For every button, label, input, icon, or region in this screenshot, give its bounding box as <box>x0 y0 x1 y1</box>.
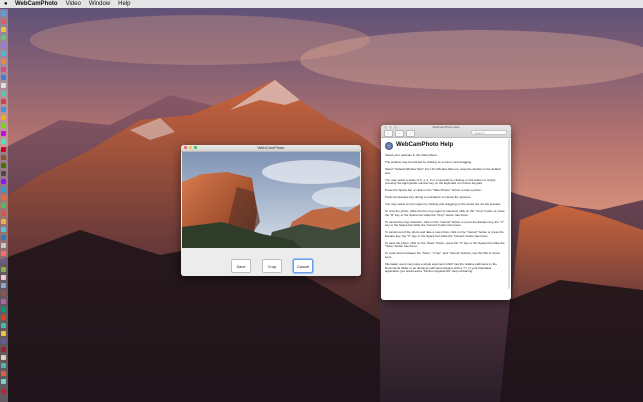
apple-icon[interactable]: ● <box>4 1 10 7</box>
back-icon[interactable]: ‹ <box>384 130 393 137</box>
save-button[interactable]: Save <box>231 259 251 273</box>
dock-app-icon[interactable] <box>1 243 6 248</box>
dock-app-icon[interactable] <box>1 11 6 16</box>
menu-app-name[interactable]: WebCamPhoto <box>15 1 58 7</box>
dock-app-icon[interactable] <box>1 171 6 176</box>
dock-app-icon[interactable] <box>1 187 6 192</box>
dock-app-icon[interactable] <box>1 163 6 168</box>
close-button[interactable] <box>184 146 187 149</box>
help-paragraph: You may select a crop region by clicking… <box>385 202 501 207</box>
dock-app-icon[interactable] <box>1 379 6 384</box>
dock-app-icon[interactable] <box>1 67 6 72</box>
dock-app-icon[interactable] <box>1 331 6 336</box>
dock-app-icon[interactable] <box>1 115 6 120</box>
share-icon[interactable]: ↑ <box>406 130 415 137</box>
help-window-controls <box>384 126 397 129</box>
dock-app-icon[interactable] <box>1 291 6 296</box>
dock-app-icon[interactable] <box>1 147 6 152</box>
close-button[interactable] <box>384 126 387 129</box>
trash-icon[interactable] <box>1 389 6 394</box>
help-paragraph: To cancel out of the photo and take a ne… <box>385 230 504 238</box>
help-nav-buttons: ‹ › ↑ <box>384 130 415 137</box>
help-paragraph: You may select a delay of 0, 1, 2, 3 or … <box>385 177 496 186</box>
webcamphoto-window: WebCamPhoto Save Crop Cancel <box>181 145 361 276</box>
zoom-button[interactable] <box>194 146 197 149</box>
help-paragraph: To crop the photo, while the the crop re… <box>385 209 505 217</box>
dock-app-icon[interactable] <box>1 251 6 256</box>
help-search-input[interactable]: Search <box>471 130 507 135</box>
cam-window-title: WebCamPhoto <box>257 145 285 150</box>
dock-app-icon[interactable] <box>1 371 6 376</box>
dock-app-icon[interactable] <box>1 91 6 96</box>
menu-bar: ● WebCamPhoto Video Window Help <box>0 0 643 8</box>
dock <box>0 9 8 402</box>
dock-app-icon[interactable] <box>1 139 6 144</box>
window-controls <box>184 146 197 149</box>
dock-app-icon[interactable] <box>1 315 6 320</box>
dock-app-icon[interactable] <box>1 107 6 112</box>
dock-app-icon[interactable] <box>1 203 6 208</box>
menu-item-help[interactable]: Help <box>118 1 130 7</box>
dock-app-icon[interactable] <box>1 219 6 224</box>
dock-app-icon[interactable] <box>1 155 6 160</box>
dock-app-icon[interactable] <box>1 227 6 232</box>
minimize-button[interactable] <box>189 146 192 149</box>
help-header: WebCamPhoto Help <box>385 142 505 150</box>
cam-titlebar[interactable]: WebCamPhoto <box>181 145 361 152</box>
dock-app-icon[interactable] <box>1 19 6 24</box>
dock-app-icon[interactable] <box>1 59 6 64</box>
help-toolbar: WebCamPhoto Help ‹ › ↑ Search <box>381 125 511 138</box>
dock-app-icon[interactable] <box>1 267 6 272</box>
dock-app-icon[interactable] <box>1 235 6 240</box>
help-paragraph: Press the Space bar or click on the "Tak… <box>385 188 482 193</box>
dock-app-icon[interactable] <box>1 83 6 88</box>
cancel-button[interactable]: Cancel <box>293 259 313 273</box>
dock-app-icon[interactable] <box>1 259 6 264</box>
dock-app-icon[interactable] <box>1 131 6 136</box>
dock-app-icon[interactable] <box>1 75 6 80</box>
help-paragraph: To cancel the crop selection, click on t… <box>385 219 504 228</box>
help-heading: WebCamPhoto Help <box>396 142 454 149</box>
dock-app-icon[interactable] <box>1 123 6 128</box>
help-scrollbar[interactable] <box>508 139 510 289</box>
cam-button-row: Save Crop Cancel <box>181 249 361 276</box>
help-window-title: WebCamPhoto Help <box>432 125 460 129</box>
camera-preview[interactable] <box>182 152 360 248</box>
help-window: WebCamPhoto Help ‹ › ↑ Search WebCamPhot… <box>381 125 511 300</box>
minimize-button[interactable] <box>389 126 392 129</box>
dock-app-icon[interactable] <box>1 339 6 344</box>
crop-button[interactable]: Crop <box>262 259 282 273</box>
dock-app-icon[interactable] <box>1 35 6 40</box>
dock-app-icon[interactable] <box>1 43 6 48</box>
help-paragraph: Select "Default Window Size" from the Wi… <box>385 166 501 175</box>
dock-app-icon[interactable] <box>1 275 6 280</box>
dock-app-icon[interactable] <box>1 299 6 304</box>
help-paragraph: The window may be resized by clicking on… <box>385 159 473 164</box>
help-content: WebCamPhoto Help Select your webcam in t… <box>385 142 505 277</box>
dock-app-icon[interactable] <box>1 27 6 32</box>
dock-app-icon[interactable] <box>1 195 6 200</box>
menu-item-window[interactable]: Window <box>89 1 110 7</box>
help-paragraph: To cycle focus between the "Save", "Crop… <box>385 251 500 259</box>
help-paragraph: To save the photo, click on the "Save" b… <box>385 240 505 249</box>
dock-app-icon[interactable] <box>1 179 6 184</box>
dock-app-icon[interactable] <box>1 211 6 216</box>
dock-app-icon[interactable] <box>1 363 6 368</box>
help-paragraph: Press the Escape key during a countdown … <box>385 195 472 200</box>
forward-icon[interactable]: › <box>395 130 404 137</box>
webcamphoto-app-icon <box>385 142 393 150</box>
dock-app-icon[interactable] <box>1 51 6 56</box>
help-paragraph: Select your webcam in the Video Menu. <box>385 153 438 157</box>
dock-app-icon[interactable] <box>1 99 6 104</box>
dock-app-icon[interactable] <box>1 347 6 352</box>
zoom-button[interactable] <box>394 126 397 129</box>
dock-app-icon[interactable] <box>1 307 6 312</box>
dock-app-icon[interactable] <box>1 323 6 328</box>
menu-item-video[interactable]: Video <box>66 1 81 7</box>
help-paragraph: Filemaker users may pass a single argume… <box>385 261 497 274</box>
dock-app-icon[interactable] <box>1 283 6 288</box>
dock-app-icon[interactable] <box>1 355 6 360</box>
